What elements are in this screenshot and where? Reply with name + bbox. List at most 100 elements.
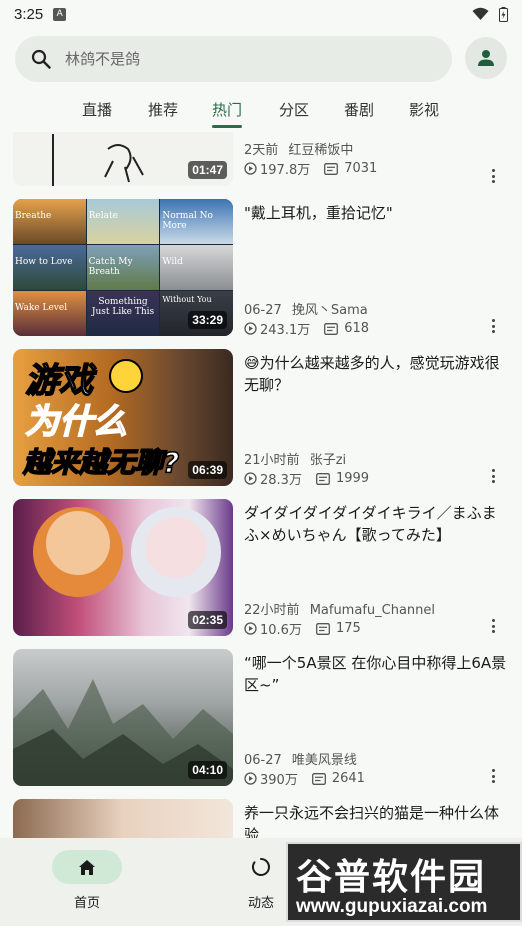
video-author[interactable]: Mafumafu_Channel: [310, 603, 435, 618]
tab-indicator: [212, 125, 242, 128]
watermark-url: www.gupuxiazai.com: [296, 896, 488, 917]
view-count: 243.1万: [260, 323, 311, 338]
collage-tile: Normal No More: [160, 199, 233, 244]
avatar-button[interactable]: [465, 37, 507, 79]
thumb-caption: 为什么: [24, 401, 128, 443]
watermark: 谷普软件园 www.gupuxiazai.com: [286, 842, 522, 922]
video-card[interactable]: 04:10 “哪一个5A景区 在你心目中称得上6A景区~” 06-27 唯美风景…: [0, 649, 522, 789]
nav-home[interactable]: 首页: [47, 850, 127, 911]
nav-home-indicator: [52, 850, 122, 884]
nav-home-label: 首页: [73, 896, 100, 911]
view-count: 28.3万: [260, 473, 302, 488]
video-card[interactable]: 游戏 为什么 越来越无聊? 06:39 😅为什么越来越多的人，感觉玩游戏很无聊？…: [0, 349, 522, 489]
play-count-icon: [244, 622, 257, 635]
video-stats: 197.8万 7031: [244, 159, 377, 178]
character-left: [33, 507, 123, 597]
collage-tile: Something Just Like This: [86, 291, 160, 336]
search-bar[interactable]: [15, 36, 452, 82]
video-meta: 06-27 挽风丶Sama: [244, 299, 368, 318]
thumb-caption: 越来越无聊?: [22, 445, 180, 480]
danmaku-count: 1999: [335, 471, 370, 486]
more-options-icon[interactable]: [486, 467, 500, 485]
video-duration: 33:29: [188, 311, 227, 329]
video-time: 2天前: [244, 143, 279, 158]
play-count-icon: [244, 472, 257, 485]
video-card[interactable]: 02:35 ダイダイダイダイダイキライ／まふまふ×めいちゃん【歌ってみた】 22…: [0, 499, 522, 639]
video-stats: 243.1万 618: [244, 319, 369, 338]
video-thumbnail[interactable]: 02:35: [13, 499, 233, 636]
video-thumbnail[interactable]: Breathe Relate Normal No More How to Lov…: [13, 199, 233, 336]
video-thumbnail[interactable]: [13, 799, 233, 838]
video-card[interactable]: Breathe Relate Normal No More How to Lov…: [0, 199, 522, 339]
tab-movies[interactable]: 影视: [409, 99, 439, 120]
video-author[interactable]: 红豆稀饭中: [288, 143, 353, 158]
more-options-icon[interactable]: [486, 767, 500, 785]
video-meta: 22小时前 Mafumafu_Channel: [244, 599, 435, 618]
video-duration: 04:10: [188, 761, 227, 779]
danmaku-icon: [311, 772, 326, 785]
tab-bangumi[interactable]: 番剧: [344, 99, 374, 120]
video-thumbnail[interactable]: 01:47: [13, 132, 233, 186]
video-thumbnail[interactable]: 游戏 为什么 越来越无聊? 06:39: [13, 349, 233, 486]
video-stats: 10.6万 175: [244, 619, 361, 638]
video-thumbnail[interactable]: 04:10: [13, 649, 233, 786]
category-tabs: 直播 推荐 热门 分区 番剧 影视: [0, 94, 522, 132]
danmaku-count: 618: [344, 321, 370, 336]
danmaku-icon: [324, 162, 339, 175]
video-time: 22小时前: [244, 603, 300, 618]
battery-icon: [499, 6, 508, 22]
danmaku-count: 2641: [331, 771, 365, 786]
video-author[interactable]: 唯美风景线: [292, 753, 357, 768]
collage-tile: Breathe: [13, 199, 86, 244]
video-meta: 06-27 唯美风景线: [244, 749, 357, 768]
danmaku-count: 175: [335, 621, 361, 636]
video-time: 06-27: [244, 303, 282, 318]
video-meta: 21小时前 张子zi: [244, 449, 346, 468]
more-options-icon[interactable]: [486, 617, 500, 635]
more-options-icon[interactable]: [486, 317, 500, 335]
status-time: 3:25: [14, 5, 44, 23]
person-icon: [478, 50, 494, 66]
collage-tile: Wild: [160, 245, 233, 290]
video-time: 21小时前: [244, 453, 300, 468]
video-title[interactable]: 😅为什么越来越多的人，感觉玩游戏很无聊？: [244, 352, 509, 396]
danmaku-icon: [316, 472, 330, 485]
collage-tile: Relate: [86, 199, 160, 244]
video-stats: 28.3万 1999: [244, 469, 369, 488]
view-count: 10.6万: [260, 623, 302, 638]
home-icon: [79, 859, 95, 875]
danmaku-icon: [324, 322, 339, 335]
video-stats: 390万 2641: [244, 769, 365, 788]
video-title[interactable]: "戴上耳机，重拾记忆": [244, 202, 509, 224]
collage-tile: Catch My Breath: [86, 245, 160, 290]
play-count-icon: [244, 772, 257, 785]
video-card[interactable]: 01:47 2天前 红豆稀饭中 197.8万 7031: [0, 132, 522, 189]
wifi-icon: [472, 7, 489, 20]
dynamic-icon: [251, 858, 270, 876]
tab-hot[interactable]: 热门: [212, 99, 242, 120]
play-count-icon: [244, 322, 257, 335]
tab-live[interactable]: 直播: [82, 99, 112, 120]
video-feed[interactable]: 01:47 2天前 红豆稀饭中 197.8万 7031 Breathe Rela…: [0, 132, 522, 838]
video-duration: 02:35: [188, 611, 227, 629]
tab-zones[interactable]: 分区: [279, 99, 309, 120]
video-author[interactable]: 挽风丶Sama: [292, 303, 368, 318]
more-options-icon[interactable]: [486, 167, 500, 185]
view-count: 390万: [260, 773, 298, 788]
video-time: 06-27: [244, 753, 282, 768]
collage-tile: How to Love: [13, 245, 86, 290]
tab-recommend[interactable]: 推荐: [148, 99, 178, 120]
video-meta: 2天前 红豆稀饭中: [244, 139, 353, 158]
search-input[interactable]: [65, 50, 425, 68]
character-right: [131, 507, 221, 597]
notification-icon: A: [53, 7, 67, 21]
search-icon: [31, 49, 51, 69]
video-title[interactable]: 养一只永远不会扫兴的猫是一种什么体验...: [244, 802, 509, 838]
video-title[interactable]: “哪一个5A景区 在你心目中称得上6A景区~”: [244, 652, 509, 696]
collage-tile: Wake Level: [13, 291, 86, 336]
watermark-brand: 谷普软件园: [296, 857, 487, 898]
video-author[interactable]: 张子zi: [310, 453, 346, 468]
video-card[interactable]: 养一只永远不会扫兴的猫是一种什么体验...: [0, 799, 522, 838]
video-title[interactable]: ダイダイダイダイダイキライ／まふまふ×めいちゃん【歌ってみた】: [244, 502, 509, 546]
status-bar: 3:25 A: [0, 0, 522, 28]
